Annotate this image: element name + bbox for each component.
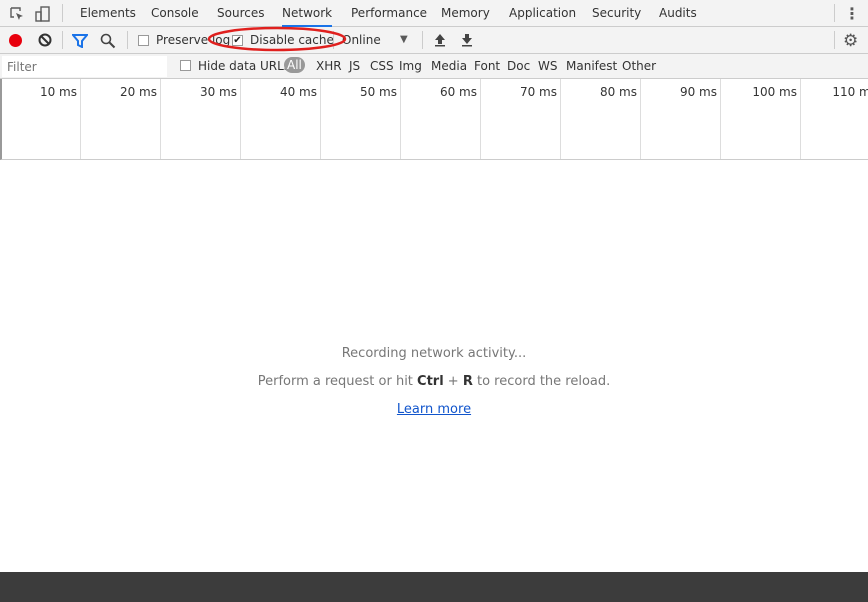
timeline-tick-label: 100 ms (752, 85, 797, 99)
type-filter-font[interactable]: Font (474, 59, 500, 73)
timeline-overview: 10 ms 20 ms 30 ms 40 ms 50 ms 60 ms 70 ms 80 ms… (0, 79, 868, 160)
timeline-gridline (560, 79, 561, 159)
filter-input[interactable] (2, 56, 167, 77)
reload-hint: Perform a request or hit Ctrl + R to rec… (0, 374, 868, 389)
type-filter-js[interactable]: JS (349, 59, 360, 73)
timeline-gridline (400, 79, 401, 159)
type-filter-ws[interactable]: WS (538, 59, 557, 73)
type-filter-img[interactable]: Img (399, 59, 422, 73)
clear-icon[interactable] (38, 33, 52, 47)
filter-icon[interactable] (72, 33, 88, 49)
more-menu-icon[interactable]: ⋮ (844, 4, 860, 23)
preserve-log-checkbox[interactable] (138, 35, 149, 46)
tab-application[interactable]: Application (509, 0, 576, 27)
hint-text: Perform a request or hit (257, 374, 418, 389)
type-filter-manifest[interactable]: Manifest (566, 59, 617, 73)
red-annotation-ellipse (207, 26, 347, 52)
timeline-tick-label: 30 ms (199, 85, 237, 99)
tab-audits[interactable]: Audits (659, 0, 697, 27)
timeline-gridline (720, 79, 721, 159)
timeline-gridline (640, 79, 641, 159)
inspect-element-icon[interactable] (8, 5, 26, 23)
timeline-tick-label: 10 ms (39, 85, 77, 99)
type-filter-xhr[interactable]: XHR (316, 59, 342, 73)
timeline-gridline (320, 79, 321, 159)
tab-memory[interactable]: Memory (441, 0, 490, 27)
timeline-gridline (80, 79, 81, 159)
timeline-tick-label: 20 ms (119, 85, 157, 99)
recording-message: Recording network activity... (341, 346, 527, 361)
timeline-gridline (480, 79, 481, 159)
tab-security[interactable]: Security (592, 0, 641, 27)
timeline-tick-label: 70 ms (519, 85, 557, 99)
timeline-gridline (240, 79, 241, 159)
export-har-icon[interactable] (460, 33, 474, 47)
timeline-tick-label: 50 ms (359, 85, 397, 99)
type-filter-all[interactable]: All (284, 57, 305, 73)
type-filter-css[interactable]: CSS (370, 59, 394, 73)
search-icon[interactable] (100, 33, 116, 49)
type-filter-media[interactable]: Media (431, 59, 467, 73)
learn-more-link[interactable]: Learn more (397, 402, 471, 417)
hint-plus: + (443, 374, 463, 389)
network-toolbar: Preserve log ✔ Disable cache Online ▼ ⚙ (0, 26, 868, 54)
hint-text-end: to record the reload. (472, 374, 611, 389)
chevron-down-icon[interactable]: ▼ (400, 34, 408, 45)
timeline-tick-label: 90 ms (679, 85, 717, 99)
shortcut-r: R (462, 374, 473, 389)
settings-gear-icon[interactable]: ⚙ (843, 31, 858, 51)
timeline-tick-label: 80 ms (599, 85, 637, 99)
tab-network[interactable]: Network (282, 0, 333, 27)
hide-data-urls-checkbox[interactable] (180, 60, 191, 71)
tab-bar: Elements Console Sources Network Performance… (0, 0, 868, 27)
tab-sources[interactable]: Sources (217, 0, 264, 27)
type-filter-doc[interactable]: Doc (507, 59, 530, 73)
timeline-tick-label: 60 ms (439, 85, 477, 99)
device-toolbar-icon[interactable] (34, 5, 52, 23)
tab-elements[interactable]: Elements (80, 0, 136, 27)
filter-bar: Hide data URLs All XHR JS CSS Img Media Font Do… (0, 54, 868, 79)
shortcut-ctrl: Ctrl (417, 374, 444, 389)
record-icon[interactable] (9, 34, 22, 47)
tab-performance[interactable]: Performance (351, 0, 427, 27)
hide-data-urls-label[interactable]: Hide data URLs (198, 59, 290, 73)
timeline-gridline (160, 79, 161, 159)
bottom-dark-bar (0, 572, 868, 602)
import-har-icon[interactable] (433, 33, 447, 47)
timeline-tick-label: 110 ms (832, 85, 868, 99)
tab-console[interactable]: Console (151, 0, 199, 27)
timeline-tick-label: 40 ms (279, 85, 317, 99)
timeline-gridline (800, 79, 801, 159)
type-filter-other[interactable]: Other (622, 59, 656, 73)
